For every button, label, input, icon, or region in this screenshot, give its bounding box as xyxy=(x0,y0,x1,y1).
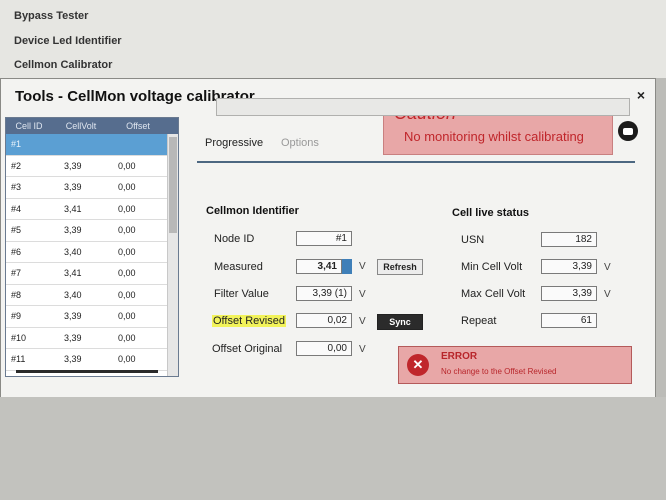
offset-cell: 0,00 xyxy=(118,268,136,279)
cell-id-cell: #2 xyxy=(11,160,22,171)
refresh-button[interactable]: Refresh xyxy=(377,259,423,275)
cell-id-cell: #5 xyxy=(11,225,22,236)
tab-options[interactable]: Options xyxy=(281,137,319,149)
table-row[interactable]: #1 xyxy=(6,134,178,156)
node-id-label: Node ID xyxy=(214,233,255,245)
menu-item-cellmon-calibrator[interactable]: Cellmon Calibrator xyxy=(14,59,112,71)
cellvolt-cell: 3,41 xyxy=(64,268,82,279)
offset-revised-label: Offset Revised xyxy=(212,315,286,327)
cell-id-cell: #6 xyxy=(11,246,22,257)
max-cell-volt-label: Max Cell Volt xyxy=(461,288,526,300)
repeat-label: Repeat xyxy=(461,315,497,327)
tab-bar: Progressive Options xyxy=(197,131,635,163)
cell-id-cell: #3 xyxy=(11,182,22,193)
table-row[interactable]: #8 3,40 0,00 xyxy=(6,285,178,306)
error-panel: ✕ ERROR No change to the Offset Revised xyxy=(398,346,632,384)
offset-original-label: Offset Original xyxy=(212,343,283,355)
cellvolt-cell: 3,39 xyxy=(64,332,82,343)
offset-cell: 0,00 xyxy=(118,182,136,193)
cellvolt-cell: 3,41 xyxy=(64,203,82,214)
table-row[interactable]: #4 3,41 0,00 xyxy=(6,199,178,220)
min-cell-volt-unit: V xyxy=(604,262,611,273)
cell-id-cell: #11 xyxy=(11,354,26,365)
cell-table-header: Cell ID CellVolt Offset xyxy=(6,118,178,134)
offset-original-field[interactable]: 0,00 xyxy=(296,341,352,356)
repeat-field: 61 xyxy=(541,313,597,328)
cell-id-cell: #1 xyxy=(11,139,22,150)
table-row[interactable]: #7 3,41 0,00 xyxy=(6,263,178,285)
error-message: No change to the Offset Revised xyxy=(441,367,557,376)
offset-cell: 0,00 xyxy=(118,246,136,257)
offset-cell: 0,00 xyxy=(118,160,136,171)
measured-indicator xyxy=(342,259,352,274)
table-row[interactable]: #2 3,39 0,00 xyxy=(6,156,178,177)
scrollbar-thumb[interactable] xyxy=(169,137,177,233)
offset-cell: 0,00 xyxy=(118,289,136,300)
filter-value-field[interactable]: 3,39 (1) xyxy=(296,286,352,301)
offset-revised-field[interactable]: 0,02 xyxy=(296,313,352,328)
measured-field[interactable]: 3,41 xyxy=(296,259,342,274)
progress-bar xyxy=(216,98,630,116)
offset-cell: 0,00 xyxy=(118,354,136,365)
cellmon-identifier-title: Cellmon Identifier xyxy=(206,205,299,217)
usn-field: 182 xyxy=(541,232,597,247)
table-row[interactable]: #5 3,39 0,00 xyxy=(6,220,178,242)
measured-unit: V xyxy=(359,261,366,272)
offset-cell: 0,00 xyxy=(118,332,136,343)
usn-label: USN xyxy=(461,234,485,246)
background-menu: Bypass Tester Device Led Identifier Cell… xyxy=(0,0,666,78)
table-row[interactable]: #10 3,39 0,00 xyxy=(6,328,178,349)
horizontal-scrollbar[interactable] xyxy=(16,370,158,373)
error-title: ERROR xyxy=(441,351,478,362)
background-area xyxy=(0,397,666,500)
table-row[interactable]: #11 3,39 0,00 xyxy=(6,349,178,371)
column-header-cell-id[interactable]: Cell ID xyxy=(6,121,52,131)
column-header-cellvolt[interactable]: CellVolt xyxy=(52,121,110,131)
table-row[interactable]: #6 3,40 0,00 xyxy=(6,242,178,263)
offset-revised-unit: V xyxy=(359,316,366,327)
error-icon: ✕ xyxy=(407,354,429,376)
cell-id-cell: #9 xyxy=(11,311,22,322)
offset-revised-label-text: Offset Revised xyxy=(212,315,286,327)
tab-progressive[interactable]: Progressive xyxy=(205,137,263,149)
measured-label: Measured xyxy=(214,261,263,273)
offset-cell: 0,00 xyxy=(118,203,136,214)
cell-id-cell: #8 xyxy=(11,289,22,300)
cellvolt-cell: 3,40 xyxy=(64,289,82,300)
column-header-offset[interactable]: Offset xyxy=(110,121,166,131)
cellvolt-cell: 3,39 xyxy=(64,225,82,236)
cell-id-cell: #4 xyxy=(11,203,22,214)
close-icon[interactable]: × xyxy=(637,87,645,103)
max-cell-volt-field: 3,39 xyxy=(541,286,597,301)
cell-id-cell: #7 xyxy=(11,268,22,279)
max-cell-volt-unit: V xyxy=(604,289,611,300)
table-row[interactable]: #3 3,39 0,00 xyxy=(6,177,178,199)
vertical-scrollbar[interactable] xyxy=(167,134,178,376)
menu-item-bypass-tester[interactable]: Bypass Tester xyxy=(14,10,88,22)
cellvolt-cell: 3,40 xyxy=(64,246,82,257)
cellvolt-cell: 3,39 xyxy=(64,311,82,322)
sync-button[interactable]: Sync xyxy=(377,314,423,330)
cell-id-cell: #10 xyxy=(11,332,27,343)
filter-value-label: Filter Value xyxy=(214,288,269,300)
min-cell-volt-label: Min Cell Volt xyxy=(461,261,523,273)
offset-cell: 0,00 xyxy=(118,311,136,322)
menu-item-device-led-identifier[interactable]: Device Led Identifier xyxy=(14,35,122,47)
min-cell-volt-field: 3,39 xyxy=(541,259,597,274)
offset-original-unit: V xyxy=(359,344,366,355)
offset-cell: 0,00 xyxy=(118,225,136,236)
cell-table: Cell ID CellVolt Offset #1 #2 3,39 0,00 #3 3,… xyxy=(5,117,179,377)
node-id-field[interactable]: #1 xyxy=(296,231,352,246)
table-row[interactable]: #9 3,39 0,00 xyxy=(6,306,178,328)
cellvolt-cell: 3,39 xyxy=(64,182,82,193)
cellvolt-cell: 3,39 xyxy=(64,160,82,171)
cell-live-status-title: Cell live status xyxy=(452,207,530,219)
filter-value-unit: V xyxy=(359,289,366,300)
cellvolt-cell: 3,39 xyxy=(64,354,82,365)
